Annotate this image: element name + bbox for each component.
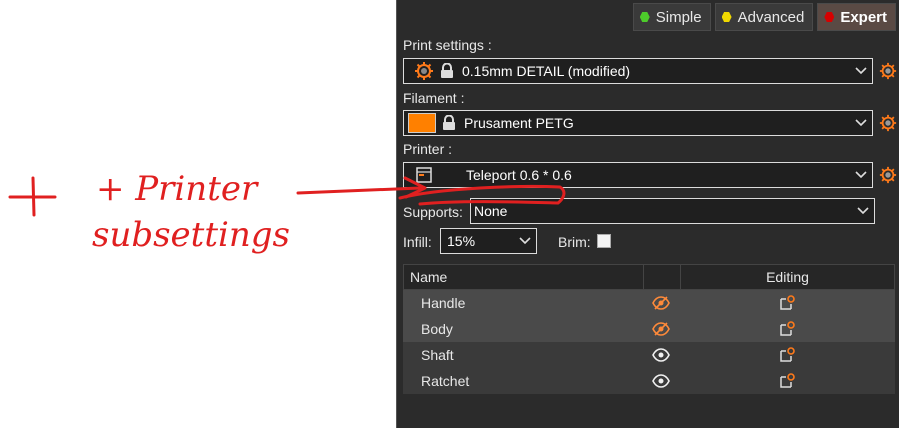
table-row[interactable]: Shaft xyxy=(403,342,895,368)
lock-icon xyxy=(441,63,453,78)
annotation-plus-mark xyxy=(8,176,57,217)
supports-value: None xyxy=(474,203,508,219)
sidebar-panel: Simple Advanced Expert Print settings : … xyxy=(396,0,899,428)
annotation-text-line2: subsettings xyxy=(92,215,290,255)
annotation-text-line1: + Printer xyxy=(96,169,259,209)
expert-mode-label: Expert xyxy=(840,8,887,26)
visibility-column-header[interactable] xyxy=(644,265,681,289)
objects-table: Name Editing Handle Body Shaft Ratchet xyxy=(403,264,895,394)
editing-column-header[interactable]: Editing xyxy=(681,265,894,289)
filament-value: Prusament PETG xyxy=(464,115,574,131)
table-row[interactable]: Handle xyxy=(403,290,895,316)
printer-combo[interactable]: Teleport 0.6 * 0.6 xyxy=(403,162,873,188)
object-name: Shaft xyxy=(421,347,454,363)
edit-icon[interactable] xyxy=(679,373,895,389)
mode-switcher: Simple Advanced Expert xyxy=(632,3,896,31)
print-settings-value: 0.15mm DETAIL (modified) xyxy=(462,63,631,79)
table-row[interactable]: Body xyxy=(403,316,895,342)
infill-value: 15% xyxy=(447,233,476,249)
advanced-mode-label: Advanced xyxy=(737,8,805,26)
print-settings-edit-gear-icon[interactable] xyxy=(879,62,897,80)
simple-mode-button[interactable]: Simple xyxy=(632,3,711,31)
print-settings-gear-icon xyxy=(415,62,433,80)
printer-value: Teleport 0.6 * 0.6 xyxy=(466,167,572,183)
printer-label: Printer : xyxy=(403,141,453,157)
supports-label: Supports: xyxy=(403,204,463,220)
edit-icon[interactable] xyxy=(679,295,895,311)
lock-icon xyxy=(443,115,455,130)
advanced-mode-button[interactable]: Advanced xyxy=(714,3,814,31)
filament-label: Filament : xyxy=(403,90,465,106)
brim-label: Brim: xyxy=(558,234,591,250)
object-name: Handle xyxy=(421,295,466,311)
edit-icon[interactable] xyxy=(679,321,895,337)
eye-slash-icon[interactable] xyxy=(643,322,679,336)
print-settings-label: Print settings : xyxy=(403,37,492,53)
simple-mode-label: Simple xyxy=(655,8,702,26)
printer-edit-gear-icon[interactable] xyxy=(879,166,897,184)
edit-icon[interactable] xyxy=(679,347,895,363)
simple-mode-icon xyxy=(639,12,650,22)
supports-select[interactable]: None xyxy=(470,198,875,224)
printer-icon xyxy=(416,167,432,183)
print-settings-combo[interactable]: 0.15mm DETAIL (modified) xyxy=(403,58,873,84)
brim-checkbox[interactable] xyxy=(597,234,611,248)
object-name: Body xyxy=(421,321,453,337)
filament-color-swatch[interactable] xyxy=(408,113,436,133)
expert-mode-button[interactable]: Expert xyxy=(817,3,896,31)
infill-label: Infill: xyxy=(403,234,432,250)
filament-combo[interactable]: Prusament PETG xyxy=(403,110,873,136)
eye-icon[interactable] xyxy=(643,348,679,362)
table-row[interactable]: Ratchet xyxy=(403,368,895,394)
chevron-down-icon[interactable] xyxy=(852,61,870,81)
object-name: Ratchet xyxy=(421,373,470,389)
expert-mode-icon xyxy=(824,12,835,22)
chevron-down-icon[interactable] xyxy=(516,231,534,251)
chevron-down-icon[interactable] xyxy=(852,113,870,133)
table-header: Name Editing xyxy=(403,264,895,290)
chevron-down-icon[interactable] xyxy=(854,201,872,221)
infill-select[interactable]: 15% xyxy=(440,228,537,254)
eye-icon[interactable] xyxy=(643,374,679,388)
name-column-header[interactable]: Name xyxy=(404,265,644,289)
chevron-down-icon[interactable] xyxy=(852,165,870,185)
eye-slash-icon[interactable] xyxy=(643,296,679,310)
filament-edit-gear-icon[interactable] xyxy=(879,114,897,132)
advanced-mode-icon xyxy=(721,12,732,22)
